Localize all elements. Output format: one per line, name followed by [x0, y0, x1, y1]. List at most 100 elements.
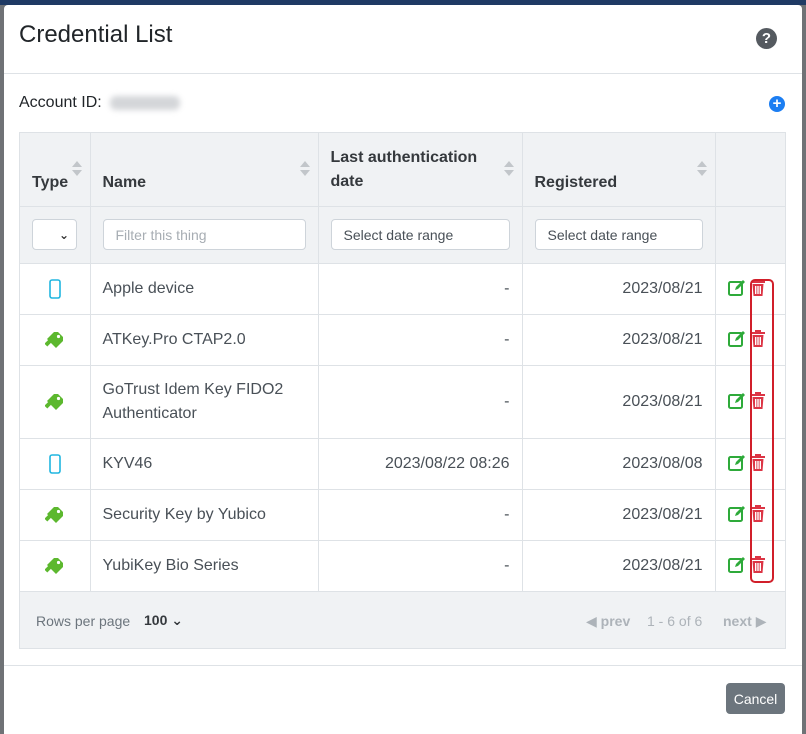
last-auth-date-range-input[interactable]	[330, 219, 510, 250]
trash-icon[interactable]	[750, 505, 766, 523]
credential-name: Apple device	[89, 262, 319, 315]
prev-page-button[interactable]: ◀ prev	[586, 613, 630, 630]
caret-right-icon: ▶	[755, 613, 767, 629]
usb-key-icon	[44, 331, 63, 348]
actions-cell	[714, 262, 785, 315]
credential-table: Type Name Last authentication date Regis…	[19, 132, 786, 649]
column-header-name[interactable]: Name	[89, 133, 319, 207]
column-header-type[interactable]: Type	[20, 133, 91, 207]
actions-cell	[714, 313, 785, 366]
type-cell	[20, 262, 91, 315]
modal-footer: Cancel	[4, 665, 802, 734]
edit-icon[interactable]	[727, 556, 746, 574]
last-auth-date: 2023/08/22 08:26	[317, 437, 523, 490]
registered-date: 2023/08/08	[521, 437, 716, 490]
last-auth-date: -	[317, 364, 523, 439]
edit-icon[interactable]	[727, 330, 746, 348]
sort-icon	[696, 161, 707, 177]
table-row: Security Key by Yubico - 2023/08/21	[20, 488, 785, 541]
filter-type-cell: ⌄	[20, 205, 91, 264]
sort-icon	[503, 161, 514, 177]
registered-date-range-input[interactable]	[534, 219, 703, 250]
edit-icon[interactable]	[727, 279, 746, 297]
page-range: 1 - 6 of 6	[647, 613, 703, 629]
mobile-phone-icon	[48, 453, 61, 474]
last-auth-date: -	[317, 313, 523, 366]
usb-key-icon	[44, 557, 63, 574]
prev-page-label: prev	[600, 613, 631, 629]
column-header-registered[interactable]: Registered	[521, 133, 716, 207]
type-filter-select[interactable]: ⌄	[32, 219, 77, 250]
table-row: Apple device - 2023/08/21	[20, 262, 785, 315]
trash-icon[interactable]	[750, 392, 766, 410]
filter-last-auth-cell	[317, 205, 523, 264]
rows-per-page-select[interactable]: 100 ⌄	[144, 612, 183, 629]
name-filter-input[interactable]	[102, 219, 306, 250]
chevron-down-icon: ⌄	[171, 612, 183, 628]
mobile-phone-icon	[48, 278, 61, 299]
registered-date: 2023/08/21	[521, 488, 716, 541]
usb-key-icon	[44, 506, 63, 523]
rows-per-page-value: 100	[144, 612, 168, 628]
type-cell	[20, 437, 91, 490]
sort-icon	[299, 161, 310, 177]
credential-name: KYV46	[89, 437, 319, 490]
column-header-last-auth[interactable]: Last authentication date	[317, 133, 523, 207]
actions-cell	[714, 539, 785, 592]
table-row: ATKey.Pro CTAP2.0 - 2023/08/21	[20, 313, 785, 366]
sort-icon	[71, 161, 82, 177]
account-id-value-redacted	[110, 95, 181, 110]
last-auth-date: -	[317, 262, 523, 315]
registered-date: 2023/08/21	[521, 313, 716, 366]
registered-date: 2023/08/21	[521, 539, 716, 592]
edit-icon[interactable]	[727, 392, 746, 410]
table-row: GoTrust Idem Key FIDO2 Authenticator - 2…	[20, 364, 785, 439]
registered-date: 2023/08/21	[521, 364, 716, 439]
type-cell	[20, 364, 91, 439]
filter-registered-cell	[521, 205, 716, 264]
trash-icon[interactable]	[750, 279, 766, 297]
credential-name: YubiKey Bio Series	[89, 539, 319, 592]
rows-per-page-label: Rows per page	[36, 613, 131, 629]
actions-cell	[714, 437, 785, 490]
column-header-type-label: Type	[32, 173, 69, 191]
cancel-button[interactable]: Cancel	[726, 683, 785, 714]
credential-list-modal: Credential List ? Account ID: + Type Nam…	[4, 5, 802, 734]
type-cell	[20, 488, 91, 541]
account-id-label: Account ID:	[19, 94, 102, 111]
credential-name: GoTrust Idem Key FIDO2 Authenticator	[89, 364, 319, 439]
table-pagination-bar: Rows per page 100 ⌄ ◀ prev 1 - 6 of 6 ne…	[20, 591, 785, 648]
actions-cell	[714, 488, 785, 541]
edit-icon[interactable]	[727, 454, 746, 472]
type-cell	[20, 313, 91, 366]
filter-name-cell	[89, 205, 319, 264]
table-row: KYV46 2023/08/22 08:26 2023/08/08	[20, 437, 785, 490]
plus-circle-icon[interactable]: +	[769, 96, 785, 112]
modal-header: Credential List ?	[4, 5, 802, 74]
actions-cell	[714, 364, 785, 439]
next-page-button[interactable]: next ▶	[723, 613, 766, 630]
registered-date: 2023/08/21	[521, 262, 716, 315]
account-id-row: Account ID:	[19, 94, 181, 112]
chevron-down-icon: ⌄	[58, 228, 69, 242]
trash-icon[interactable]	[750, 454, 766, 472]
question-circle-icon[interactable]: ?	[756, 28, 777, 49]
type-cell	[20, 539, 91, 592]
last-auth-date: -	[317, 488, 523, 541]
usb-key-icon	[44, 393, 63, 410]
trash-icon[interactable]	[750, 330, 766, 348]
next-page-label: next	[723, 613, 752, 629]
column-header-registered-label: Registered	[534, 173, 618, 191]
caret-left-icon: ◀	[586, 613, 597, 629]
credential-name: ATKey.Pro CTAP2.0	[89, 313, 319, 366]
column-header-name-label: Name	[102, 173, 147, 191]
column-header-last-auth-label: Last authentication date	[330, 148, 478, 190]
trash-icon[interactable]	[750, 556, 766, 574]
credential-name: Security Key by Yubico	[89, 488, 319, 541]
last-auth-date: -	[317, 539, 523, 592]
column-header-actions	[714, 133, 785, 207]
modal-title: Credential List	[19, 21, 173, 48]
edit-icon[interactable]	[727, 505, 746, 523]
filter-actions-cell	[714, 205, 785, 264]
table-row: YubiKey Bio Series - 2023/08/21	[20, 539, 785, 592]
